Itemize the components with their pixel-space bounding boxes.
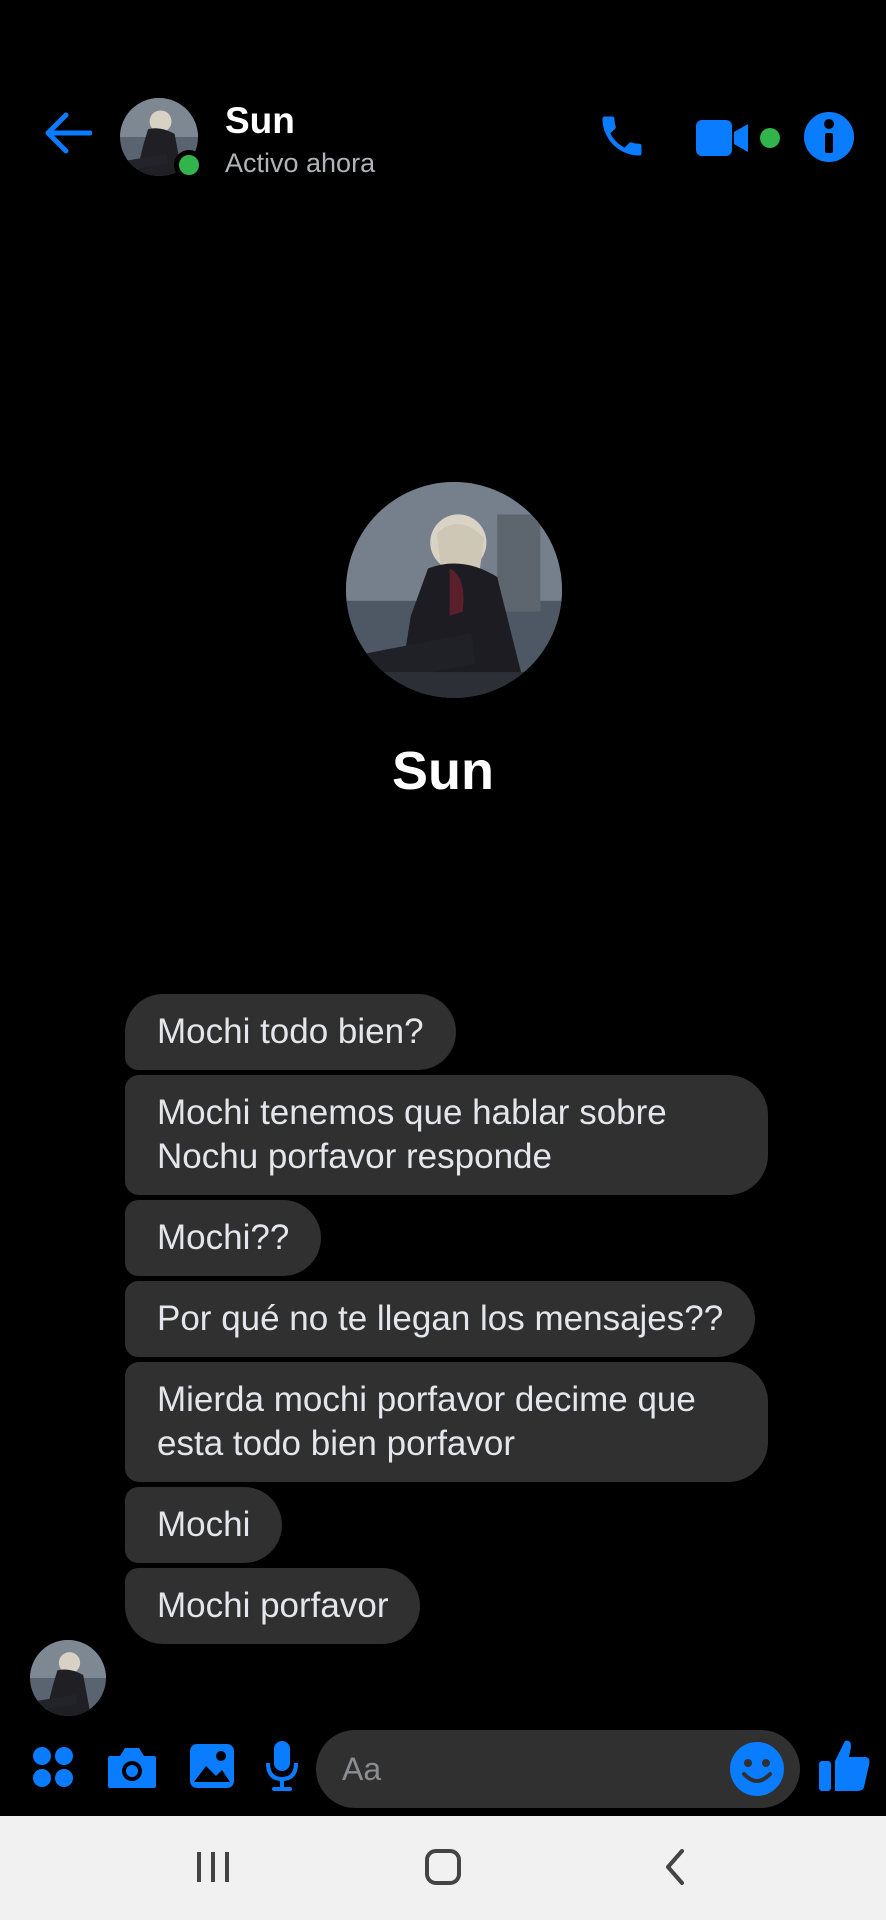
- active-call-dot: [760, 128, 780, 148]
- system-navigation-bar: [0, 1816, 886, 1920]
- smiley-icon: [728, 1742, 786, 1802]
- info-button[interactable]: [802, 110, 856, 164]
- message-bubble[interactable]: Mochi??: [125, 1200, 322, 1276]
- emoji-button[interactable]: [728, 1740, 786, 1798]
- image-icon: [188, 1742, 236, 1795]
- avatar[interactable]: [120, 98, 204, 180]
- chevron-left-icon: [660, 1847, 690, 1892]
- gallery-button[interactable]: [186, 1740, 238, 1796]
- back-button[interactable]: [38, 110, 98, 160]
- message-bubble[interactable]: Mochi todo bien?: [125, 994, 456, 1070]
- apps-button[interactable]: [28, 1744, 78, 1794]
- thumbs-up-icon: [817, 1737, 871, 1798]
- profile-name: Sun: [392, 741, 494, 801]
- phone-icon: [596, 110, 648, 167]
- recents-icon: [193, 1850, 233, 1889]
- message-bubble[interactable]: Mochi: [125, 1487, 283, 1563]
- home-button[interactable]: [408, 1844, 478, 1894]
- audio-call-button[interactable]: [592, 108, 652, 168]
- home-icon: [423, 1847, 463, 1892]
- nav-back-button[interactable]: [640, 1844, 710, 1894]
- recents-button[interactable]: [178, 1844, 248, 1894]
- apps-grid-icon: [31, 1745, 75, 1794]
- message-list: Mochi todo bien? Mochi tenemos que habla…: [125, 994, 785, 1649]
- profile-avatar[interactable]: [346, 482, 562, 698]
- sender-avatar[interactable]: [30, 1640, 106, 1716]
- camera-button[interactable]: [104, 1742, 160, 1796]
- like-button[interactable]: [814, 1736, 874, 1798]
- camera-icon: [106, 1744, 158, 1795]
- microphone-icon: [264, 1739, 300, 1798]
- arrow-left-icon: [44, 111, 93, 160]
- conversation-header: Sun Activo ahora: [0, 0, 886, 280]
- info-icon: [802, 112, 856, 168]
- contact-status: Activo ahora: [225, 148, 376, 178]
- video-camera-icon: [694, 116, 754, 165]
- message-bubble[interactable]: Mierda mochi porfavor decime que esta to…: [125, 1362, 768, 1482]
- message-bubble[interactable]: Mochi tenemos que hablar sobre Nochu por…: [125, 1075, 768, 1195]
- online-status-dot: [174, 150, 204, 180]
- message-bubble[interactable]: Por qué no te llegan los mensajes??: [125, 1281, 756, 1357]
- message-composer: [0, 1724, 886, 1816]
- message-bubble[interactable]: Mochi porfavor: [125, 1568, 421, 1644]
- voice-message-button[interactable]: [262, 1738, 302, 1798]
- contact-name[interactable]: Sun: [225, 100, 295, 142]
